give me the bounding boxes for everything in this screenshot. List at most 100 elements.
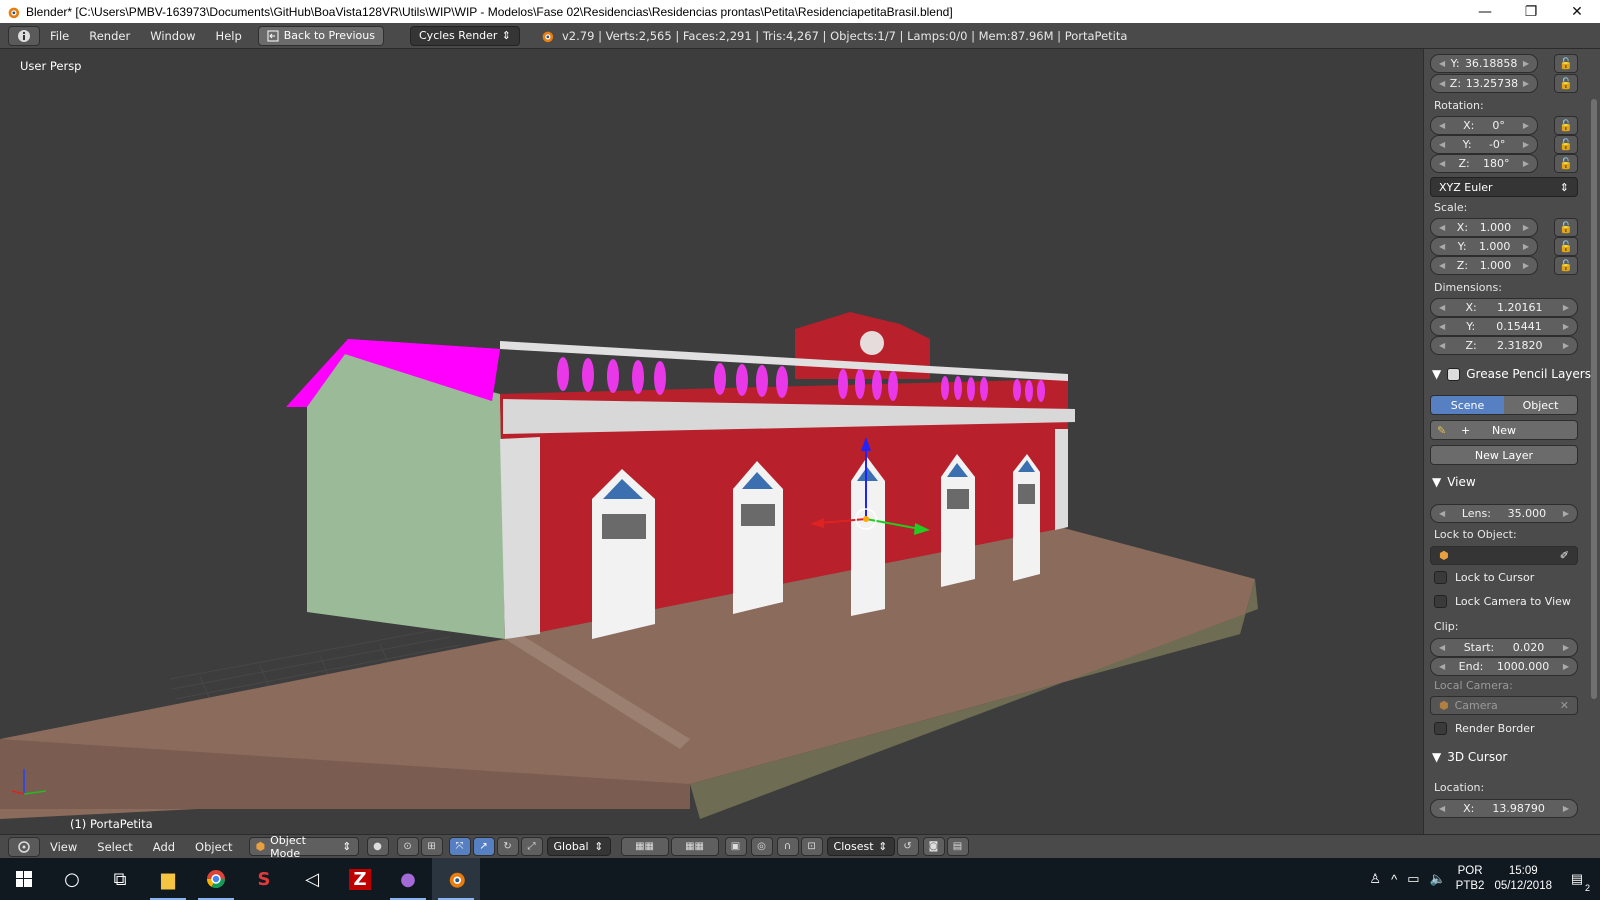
location-y-field[interactable]: ◀ Y: 36.18858 ▶ (1430, 54, 1538, 73)
task-view-button[interactable]: ⧉ (96, 858, 144, 900)
menu-help[interactable]: Help (206, 29, 252, 43)
render-border-checkbox-row[interactable]: Render Border (1434, 722, 1535, 735)
interaction-mode-select[interactable]: ⬢ Object Mode ⇕ (248, 834, 359, 860)
taskbar-unity[interactable]: ◁ (288, 858, 336, 900)
search-button[interactable]: ○ (48, 858, 96, 900)
scale-manipulator-button[interactable]: ⤢ (520, 837, 543, 856)
menu-select[interactable]: Select (87, 840, 142, 854)
close-button[interactable]: ✕ (1554, 0, 1600, 23)
menu-window[interactable]: Window (140, 29, 205, 43)
snap-target-select[interactable]: Closest ⇕ (826, 837, 895, 856)
local-camera-field[interactable]: ⬢ Camera ✕ (1430, 696, 1578, 715)
taskbar-sourcetree[interactable]: S (240, 858, 288, 900)
clip-end-field[interactable]: ◀ End: 1000.000 ▶ (1430, 657, 1578, 676)
menu-render[interactable]: Render (79, 29, 140, 43)
action-center-button[interactable]: ▤ 2 (1562, 871, 1592, 893)
minimize-button[interactable]: — (1462, 0, 1508, 23)
lock-icon[interactable]: 🔓 (1554, 116, 1578, 135)
lock-icon[interactable]: 🔓 (1554, 154, 1578, 173)
dimensions-y-field[interactable]: ◀ Y: 0.15441 ▶ (1430, 317, 1578, 336)
3d-cursor-section-header[interactable]: ▼ 3D Cursor (1432, 750, 1507, 764)
taskbar-blender[interactable] (432, 858, 480, 900)
lock-camera-to-view-checkbox[interactable] (1434, 595, 1447, 608)
rotation-mode-select[interactable]: XYZ Euler ⇕ (1430, 177, 1578, 197)
taskbar-file-explorer[interactable]: ▆ (144, 858, 192, 900)
opengl-render-animation-button[interactable]: ▤ (946, 837, 969, 856)
clip-start-field[interactable]: ◀ Start: 0.020 ▶ (1430, 638, 1578, 657)
back-to-previous-button[interactable]: Back to Previous (257, 25, 384, 46)
proportional-edit-button[interactable]: ◎ (750, 837, 773, 856)
new-layer-button[interactable]: New Layer (1430, 445, 1578, 465)
viewport-editor-type-button[interactable] (8, 836, 40, 857)
lock-icon[interactable]: 🔓 (1554, 54, 1578, 73)
rotation-y-label: Y: (1462, 138, 1472, 151)
lock-icon[interactable]: 🔓 (1554, 256, 1578, 275)
scale-x-field[interactable]: ◀ X: 1.000 ▶ (1430, 218, 1538, 237)
snap-toggle-button[interactable]: ∩ (776, 837, 799, 856)
lock-icon[interactable]: 🔓 (1554, 237, 1578, 256)
menu-add[interactable]: Add (143, 840, 185, 854)
clock[interactable]: 15:09 05/12/2018 (1494, 864, 1552, 894)
menu-view[interactable]: View (40, 840, 87, 854)
scale-x-label: X: (1456, 221, 1469, 234)
eyedropper-icon[interactable]: ✐ (1560, 549, 1569, 562)
scene-layers-1[interactable]: ▦▦ (620, 837, 669, 856)
lock-to-cursor-checkbox-row[interactable]: Lock to Cursor (1434, 571, 1534, 584)
lock-icon[interactable]: 🔓 (1554, 135, 1578, 154)
location-y-label: Y: (1450, 57, 1460, 70)
clear-icon[interactable]: ✕ (1560, 699, 1569, 712)
network-icon[interactable]: ▭ (1407, 871, 1419, 887)
dimensions-z-field[interactable]: ◀ Z: 2.31820 ▶ (1430, 336, 1578, 355)
taskbar-visual-studio[interactable]: ● (384, 858, 432, 900)
scene-layers-2[interactable]: ▦▦ (670, 837, 719, 856)
maximize-button[interactable]: ❐ (1508, 0, 1554, 23)
language-indicator[interactable]: POR PTB2 (1456, 864, 1485, 894)
rotation-y-field[interactable]: ◀ Y: -0° ▶ (1430, 135, 1538, 154)
manipulate-center-button[interactable]: ⊞ (420, 837, 443, 856)
location-z-field[interactable]: ◀ Z: 13.25738 ▶ (1430, 74, 1538, 93)
taskbar-filezilla[interactable]: Z (336, 858, 384, 900)
render-border-checkbox[interactable] (1434, 722, 1447, 735)
lock-to-cursor-checkbox[interactable] (1434, 571, 1447, 584)
start-button[interactable] (0, 858, 48, 900)
editor-type-button[interactable] (8, 25, 40, 46)
translate-icon: ↗ (479, 841, 488, 852)
rotation-z-field[interactable]: ◀ Z: 180° ▶ (1430, 154, 1538, 173)
chevron-up-icon[interactable]: ^ (1391, 872, 1397, 887)
grease-pencil-section-header[interactable]: ▼ Grease Pencil Layers (1432, 367, 1591, 381)
menu-object[interactable]: Object (185, 840, 242, 854)
transform-orientation-select[interactable]: Global ⇕ (546, 837, 611, 856)
rotate-manipulator-button[interactable]: ↻ (496, 837, 519, 856)
people-icon[interactable]: ♙ (1369, 871, 1381, 887)
scale-y-field[interactable]: ◀ Y: 1.000 ▶ (1430, 237, 1538, 256)
pivot-point-button[interactable]: ⊙ (396, 837, 419, 856)
dimensions-label: Dimensions: (1434, 281, 1502, 294)
view-section-header[interactable]: ▼ View (1432, 475, 1476, 489)
snap-element-button[interactable]: ⊡ (800, 837, 823, 856)
rotation-x-field[interactable]: ◀ X: 0° ▶ (1430, 116, 1538, 135)
lock-to-object-field[interactable]: ⬢ ✐ (1430, 546, 1578, 565)
scale-z-field[interactable]: ◀ Z: 1.000 ▶ (1430, 256, 1538, 275)
lock-layers-button[interactable]: ▣ (724, 837, 747, 856)
cursor-x-field[interactable]: ◀ X: 13.98790 ▶ (1430, 799, 1578, 818)
viewport-shading-button[interactable]: ● (366, 837, 389, 856)
lock-camera-to-view-checkbox-row[interactable]: Lock Camera to View (1434, 595, 1571, 608)
manipulator-toggle-button[interactable]: ⤧ (448, 837, 471, 856)
grease-pencil-checkbox[interactable] (1447, 367, 1461, 381)
dimensions-x-field[interactable]: ◀ X: 1.20161 ▶ (1430, 298, 1578, 317)
taskbar-chrome[interactable] (192, 858, 240, 900)
new-grease-pencil-button[interactable]: ✎ + New (1430, 420, 1578, 440)
lens-field[interactable]: ◀ Lens: 35.000 ▶ (1430, 504, 1578, 523)
3d-viewport[interactable]: User Persp (1) PortaPetita (0, 49, 1423, 834)
snap-rotation-button[interactable]: ↺ (896, 837, 919, 856)
lock-icon[interactable]: 🔓 (1554, 74, 1578, 93)
tab-scene[interactable]: Scene (1431, 396, 1504, 414)
lock-icon[interactable]: 🔓 (1554, 218, 1578, 237)
tab-object[interactable]: Object (1504, 396, 1577, 414)
opengl-render-button[interactable]: ◙ (922, 837, 945, 856)
volume-icon[interactable]: 🔈 (1429, 871, 1445, 887)
menu-file[interactable]: File (40, 29, 79, 43)
render-engine-select[interactable]: Cycles Render ⇕ (410, 25, 520, 46)
panel-scrollbar[interactable] (1591, 99, 1597, 699)
translate-manipulator-button[interactable]: ↗ (472, 837, 495, 856)
